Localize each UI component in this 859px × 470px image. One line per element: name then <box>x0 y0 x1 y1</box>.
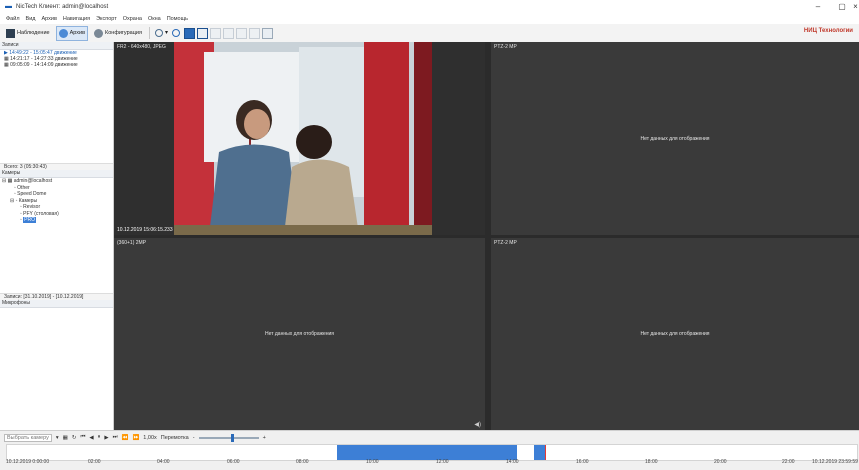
tick-label: 06:00 <box>227 459 240 465</box>
timeline-playhead[interactable] <box>545 445 546 460</box>
tick-label: 04:00 <box>157 459 170 465</box>
window-title: NicTech Клиент: admin@localhost <box>16 4 109 10</box>
archive-button[interactable]: Архив <box>55 25 89 41</box>
minimize-button[interactable]: – <box>806 0 830 14</box>
rewind-label: Перемотка <box>160 434 189 441</box>
play-icon[interactable]: ▶ <box>104 435 108 441</box>
camera-select[interactable]: Выбрать камеру <box>4 433 52 442</box>
layout-3x3-icon[interactable] <box>222 27 234 39</box>
observe-button[interactable]: Наблюдение <box>3 26 53 41</box>
pause-icon[interactable]: ⏸ <box>98 434 101 441</box>
timeline-end: 10.12.2019 23:59:59 <box>812 459 858 465</box>
menu-export[interactable]: Экспорт <box>96 16 117 22</box>
bottom-panel: Выбрать камеру ▾ ▦ ↻ ⏮ ◀ ⏸ ▶ ⏭ ⏪ ⏩ 1,00х… <box>0 430 859 470</box>
video-cell-4[interactable]: PTZ-2 MP Нет данных для отображения <box>491 238 859 430</box>
menu-navigation[interactable]: Навигация <box>63 16 90 22</box>
slider-plus-icon[interactable]: + <box>263 435 266 441</box>
layout-custom-icon[interactable] <box>248 27 260 39</box>
gear-icon <box>94 28 104 38</box>
layout-1plus5-icon[interactable] <box>209 27 221 39</box>
mics-header: Микрофоны <box>0 300 113 308</box>
app-icon: ▬ <box>5 3 12 10</box>
video-cell-3[interactable]: (360+1) 2MP Нет данных для отображения ◀… <box>114 238 485 430</box>
playback-controls: Выбрать камеру ▾ ▦ ↻ ⏮ ◀ ⏸ ▶ ⏭ ⏪ ⏩ 1,00х… <box>0 431 859 444</box>
speed-value[interactable]: 1,00х <box>143 435 156 441</box>
tick-label: 22:00 <box>782 459 795 465</box>
no-data-message: Нет данных для отображения <box>640 135 710 142</box>
video-cell-1[interactable]: FR2 - 640x480, JPEG 10.12.2019 15:06:15.… <box>114 42 485 235</box>
skip-start-icon[interactable]: ⏮ <box>80 434 85 441</box>
tick-label: 12:00 <box>436 459 449 465</box>
video-frame <box>114 42 485 235</box>
cameras-header: Камеры <box>0 170 113 178</box>
menu-archive[interactable]: Архив <box>41 16 56 22</box>
tick-label: 16:00 <box>576 459 589 465</box>
cell-camera-name: PTZ-2 MP <box>494 240 517 246</box>
timeline-record-segment[interactable] <box>337 445 517 460</box>
archive-icon <box>58 28 68 38</box>
menu-windows[interactable]: Окна <box>148 16 161 22</box>
close-button[interactable]: × <box>852 0 859 14</box>
records-range: Записи: [31.10.2019] - [10.12.2019] <box>0 293 113 300</box>
tick-label: 18:00 <box>645 459 658 465</box>
timeline-ticks: 10.12.2019 0:00:00 02:00 04:00 06:00 08:… <box>0 459 859 467</box>
layout-4x4-icon[interactable] <box>235 27 247 39</box>
brand-logo: НИЦ Технологии <box>803 28 853 34</box>
rewind-slider[interactable] <box>198 433 259 442</box>
slider-thumb[interactable] <box>230 433 234 442</box>
cell-camera-name: FR2 - 640x480, JPEG <box>117 44 166 50</box>
title-bar: ▬ NicTech Клиент: admin@localhost <box>0 0 859 14</box>
toolbar: Наблюдение Архив Конфигурация ▾ <box>0 24 859 43</box>
compass-icon[interactable] <box>171 29 180 37</box>
video-grid: FR2 - 640x480, JPEG 10.12.2019 15:06:15.… <box>114 42 859 430</box>
no-data-message: Нет данных для отображения <box>640 331 710 337</box>
menu-view[interactable]: Вид <box>26 16 36 22</box>
sync-icon[interactable]: ↻ <box>72 435 77 441</box>
chevron-down-icon[interactable]: ▾ <box>56 435 59 441</box>
toolbar-divider <box>148 27 150 39</box>
mics-section: Записи: [31.10.2019] - [10.12.2019] Микр… <box>0 293 113 308</box>
record-item[interactable]: ▦ 09:05:09 - 14:14:09 движение <box>0 62 113 68</box>
tick-label: 08:00 <box>296 459 309 465</box>
tree-node-pro[interactable]: ◦ PRO <box>2 217 113 224</box>
cell-camera-name: PTZ-2 MP <box>494 44 517 50</box>
tick-label: 20:00 <box>714 459 727 465</box>
menu-security[interactable]: Охрана <box>123 16 142 22</box>
tick-label: 02:00 <box>88 459 101 465</box>
search-icon[interactable] <box>154 29 163 37</box>
menu-bar: Файл Вид Архив Навигация Экспорт Охрана … <box>0 14 859 24</box>
cell-timestamp: 10.12.2019 15:06:15.233 <box>117 227 173 233</box>
records-header: Записи <box>0 42 113 50</box>
skip-end-icon[interactable]: ⏭ <box>113 434 118 441</box>
config-button[interactable]: Конфигурация <box>91 26 145 41</box>
tick-label: 10:00 <box>366 459 379 465</box>
left-panel: Записи ▶ 14:49:22 - 15:05:47 движение ▦ … <box>0 42 114 430</box>
records-total: Всего: 3 (05:30:43) <box>0 163 113 170</box>
layout-2x2-icon[interactable] <box>196 27 208 39</box>
calendar-icon[interactable]: ▦ <box>63 435 68 441</box>
maximize-button[interactable]: ▢ <box>830 0 854 14</box>
video-cell-2[interactable]: PTZ-2 MP Нет данных для отображения <box>491 42 859 235</box>
layout-1x1-icon[interactable] <box>183 27 195 39</box>
no-data-message: Нет данных для отображения <box>264 331 335 337</box>
chevron-down-icon[interactable]: ▾ <box>165 29 170 38</box>
tick-label: 14:00 <box>506 459 519 465</box>
step-back-icon[interactable]: ◀ <box>89 435 93 441</box>
slider-minus-icon[interactable]: - <box>193 435 195 441</box>
cell-camera-name: (360+1) 2MP <box>117 240 147 246</box>
menu-help[interactable]: Помощь <box>167 16 188 22</box>
fast-forward-icon[interactable]: ⏩ <box>132 435 139 441</box>
speaker-icon[interactable]: ◀) <box>474 421 481 428</box>
layout-grid-icon[interactable] <box>261 27 273 39</box>
timeline-start: 10.12.2019 0:00:00 <box>6 459 50 465</box>
rewind-icon[interactable]: ⏪ <box>122 435 129 441</box>
monitor-icon <box>6 28 15 38</box>
records-total-bar: Всего: 3 (05:30:43) Камеры ⊟ ▦ admin@loc… <box>0 163 113 224</box>
menu-file[interactable]: Файл <box>6 16 20 22</box>
